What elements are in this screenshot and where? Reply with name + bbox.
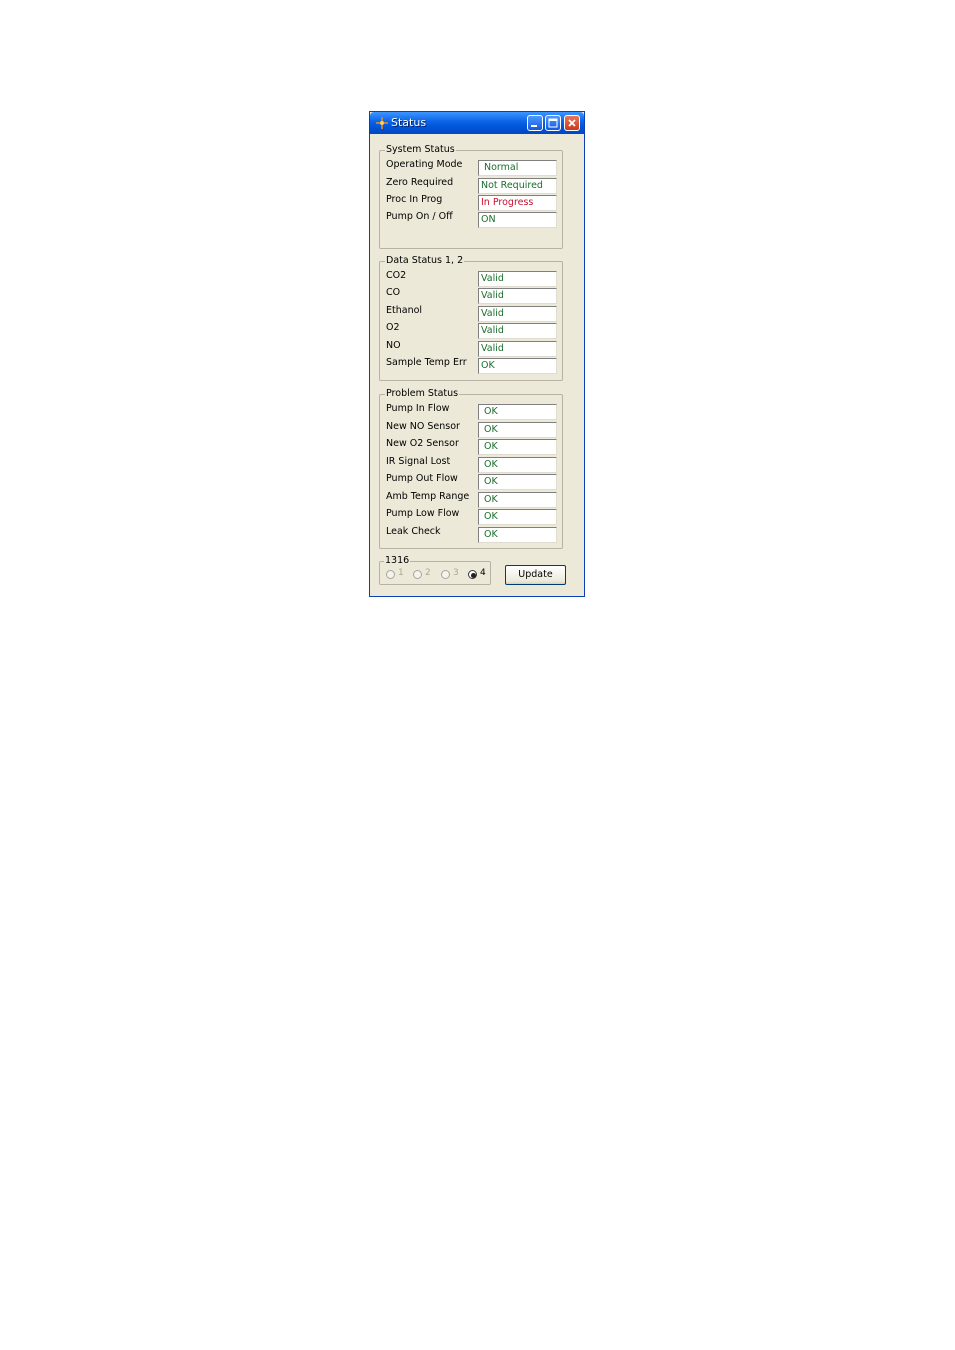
minimize-icon: [531, 125, 537, 127]
status-row: New O2 Sensor OK: [386, 438, 558, 455]
row-label: IR Signal Lost: [386, 456, 451, 467]
proc-in-prog-value: In Progress: [478, 195, 557, 211]
status-row: Pump Out Flow OK: [386, 473, 558, 490]
radio-circle: [441, 570, 450, 579]
leak-check-value: OK: [478, 527, 557, 543]
app-icon: [376, 117, 388, 129]
row-label: CO: [386, 287, 401, 298]
row-label: Amb Temp Range: [386, 491, 470, 502]
unit-selector-group: 1316 1 2 3 4: [379, 555, 491, 585]
row-label: New NO Sensor: [386, 421, 460, 432]
row-label: Zero Required: [386, 177, 454, 188]
row-label: CO2: [386, 270, 407, 281]
operating-mode-value: Normal: [478, 160, 557, 176]
status-row: Pump Low Flow OK: [386, 508, 558, 525]
ir-signal-lost-value: OK: [478, 457, 557, 473]
zero-required-value: Not Required: [478, 178, 557, 194]
row-label: O2: [386, 322, 400, 333]
row-label: Ethanol: [386, 305, 423, 316]
data-status-group: Data Status 1, 2 CO2 Valid CO Valid Etha…: [379, 255, 563, 381]
status-row: New NO Sensor OK: [386, 421, 558, 438]
pump-low-flow-value: OK: [478, 509, 557, 525]
status-row: Zero Required Not Required: [386, 177, 558, 194]
o2-value: Valid: [478, 323, 557, 339]
co2-value: Valid: [478, 271, 557, 287]
group-title: 1316: [384, 555, 411, 567]
amb-temp-range-value: OK: [478, 492, 557, 508]
status-row: O2 Valid: [386, 322, 558, 339]
update-button[interactable]: Update: [505, 565, 566, 585]
problem-status-group: Problem Status Pump In Flow OK New NO Se…: [379, 388, 563, 549]
status-row: Operating Mode Normal: [386, 159, 558, 176]
pump-out-flow-value: OK: [478, 474, 557, 490]
row-label: Proc In Prog: [386, 194, 443, 205]
radio-label: 1: [398, 568, 404, 578]
group-title: Data Status 1, 2: [385, 255, 465, 267]
status-row: CO2 Valid: [386, 270, 558, 287]
status-row: IR Signal Lost OK: [386, 456, 558, 473]
new-o2-sensor-value: OK: [478, 439, 557, 455]
status-row: Pump In Flow OK: [386, 403, 558, 420]
minimize-button[interactable]: [527, 115, 543, 131]
pump-on-off-value: ON: [478, 212, 557, 228]
radio-label: 4: [480, 568, 486, 578]
row-label: Sample Temp Err: [386, 357, 467, 368]
status-row: Amb Temp Range OK: [386, 491, 558, 508]
co-value: Valid: [478, 288, 557, 304]
maximize-icon: [548, 118, 558, 128]
ethanol-value: Valid: [478, 306, 557, 322]
status-row: Proc In Prog In Progress: [386, 194, 558, 211]
row-label: Pump On / Off: [386, 211, 453, 222]
radio-circle: [386, 570, 395, 579]
row-label: Operating Mode: [386, 159, 463, 170]
status-row: Sample Temp Err OK: [386, 357, 558, 374]
radio-circle: [468, 570, 477, 579]
close-icon: [568, 119, 576, 127]
status-row: Pump On / Off ON: [386, 211, 558, 228]
window-title: Status: [391, 116, 427, 129]
row-label: Leak Check: [386, 526, 441, 537]
status-row: CO Valid: [386, 287, 558, 304]
row-label: Pump Low Flow: [386, 508, 460, 519]
pump-in-flow-value: OK: [478, 404, 557, 420]
status-row: Leak Check OK: [386, 526, 558, 543]
title-bar[interactable]: Status: [370, 112, 584, 134]
status-row: NO Valid: [386, 340, 558, 357]
new-no-sensor-value: OK: [478, 422, 557, 438]
row-label: Pump In Flow: [386, 403, 450, 414]
radio-circle: [413, 570, 422, 579]
row-label: NO: [386, 340, 401, 351]
group-title: Problem Status: [385, 388, 460, 400]
row-label: New O2 Sensor: [386, 438, 459, 449]
radio-label: 2: [425, 568, 431, 578]
group-title: System Status: [385, 144, 456, 156]
sample-temp-err-value: OK: [478, 358, 557, 374]
no-value: Valid: [478, 341, 557, 357]
radio-label: 3: [453, 568, 459, 578]
status-row: Ethanol Valid: [386, 305, 558, 322]
close-button[interactable]: [564, 115, 580, 131]
maximize-button[interactable]: [545, 115, 561, 131]
system-status-group: System Status Operating Mode Normal Zero…: [379, 144, 563, 249]
radio-selected-dot: [471, 573, 476, 578]
status-window: Status System Status Operating Mode Norm…: [369, 111, 585, 597]
row-label: Pump Out Flow: [386, 473, 458, 484]
